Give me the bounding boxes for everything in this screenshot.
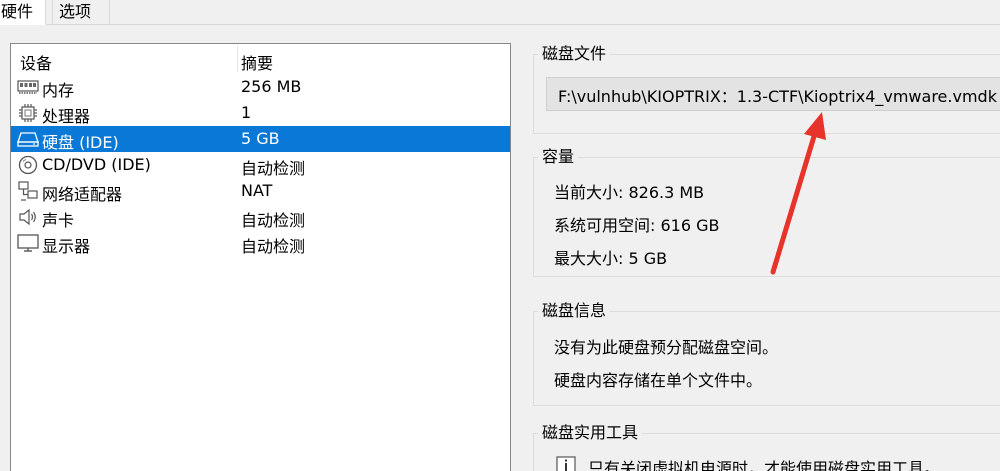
hard-disk-icon [16,128,40,150]
disk-info-title: 磁盘信息 [538,300,611,322]
tab-hardware[interactable]: 硬件 [0,0,46,25]
device-name: 处理器 [42,107,91,126]
device-summary: 自动检测 [241,211,306,230]
device-name: 硬盘 (IDE) [42,133,119,152]
disk-file-title: 磁盘文件 [538,43,611,65]
disk-file-path-field[interactable]: F:\vulnhub\KIOPTRIX：1.3-CTF\Kioptrix4_vm… [546,77,1000,111]
capacity-title: 容量 [538,146,579,168]
device-row-cd-dvd[interactable]: CD/DVD (IDE) 自动检测 [11,152,510,178]
device-name: 内存 [42,81,75,100]
cd-dvd-icon [16,154,40,176]
available-space-text: 系统可用空间: 616 GB [554,216,720,235]
tab-options-label: 选项 [59,2,92,21]
tab-options[interactable]: 选项 [52,0,110,25]
tab-baseline [0,24,1000,25]
tab-hardware-label: 硬件 [1,2,34,21]
disk-info-line-1: 没有为此硬盘预分配磁盘空间。 [554,338,779,357]
column-separator[interactable] [237,46,238,72]
network-adapter-icon [16,180,40,202]
processor-icon [16,102,40,124]
device-row-network-adapter[interactable]: 网络适配器 NAT [11,178,510,204]
device-list[interactable]: 设备 摘要 内存 256 MB 处理器 1 硬盘 (IDE) 5 GB CD/D… [10,43,511,471]
column-header-summary[interactable]: 摘要 [241,50,273,74]
display-icon [16,232,40,254]
tab-bar: 硬件 选项 [0,0,1000,25]
max-size-text: 最大大小: 5 GB [554,249,668,268]
memory-icon [16,76,40,98]
disk-file-group: 磁盘文件 F:\vulnhub\KIOPTRIX：1.3-CTF\Kioptri… [533,43,1000,134]
disk-info-line-2: 硬盘内容存储在单个文件中。 [554,371,763,390]
device-name: 网络适配器 [42,185,123,204]
capacity-group: 容量 当前大小: 826.3 MB 系统可用空间: 616 GB 最大大小: 5… [533,146,1000,277]
device-row-hard-disk[interactable]: 硬盘 (IDE) 5 GB [11,126,510,152]
device-list-header: 设备 摘要 [11,44,510,74]
disk-utilities-title: 磁盘实用工具 [538,422,643,444]
device-summary: 256 MB [241,77,302,96]
device-summary: 自动检测 [241,237,306,256]
device-row-display[interactable]: 显示器 自动检测 [11,230,510,256]
current-size-text: 当前大小: 826.3 MB [554,183,705,202]
device-row-sound-card[interactable]: 声卡 自动检测 [11,204,510,230]
device-name: 显示器 [42,237,91,256]
disk-utilities-group: 磁盘实用工具 只有关闭虚拟机电源时，才能使用磁盘实用工具。 [533,422,1000,471]
column-header-device[interactable]: 设备 [20,50,52,74]
device-summary: 1 [241,103,252,122]
device-summary: 5 GB [241,129,280,148]
device-name: CD/DVD (IDE) [42,155,151,174]
device-name: 声卡 [42,211,75,230]
info-icon [556,456,576,471]
device-summary: NAT [241,181,273,200]
sound-card-icon [16,206,40,228]
device-row-processor[interactable]: 处理器 1 [11,100,510,126]
disk-info-group: 磁盘信息 没有为此硬盘预分配磁盘空间。 硬盘内容存储在单个文件中。 [533,300,1000,406]
device-summary: 自动检测 [241,159,306,178]
disk-utilities-note: 只有关闭虚拟机电源时，才能使用磁盘实用工具。 [588,459,941,471]
device-row-memory[interactable]: 内存 256 MB [11,74,510,100]
